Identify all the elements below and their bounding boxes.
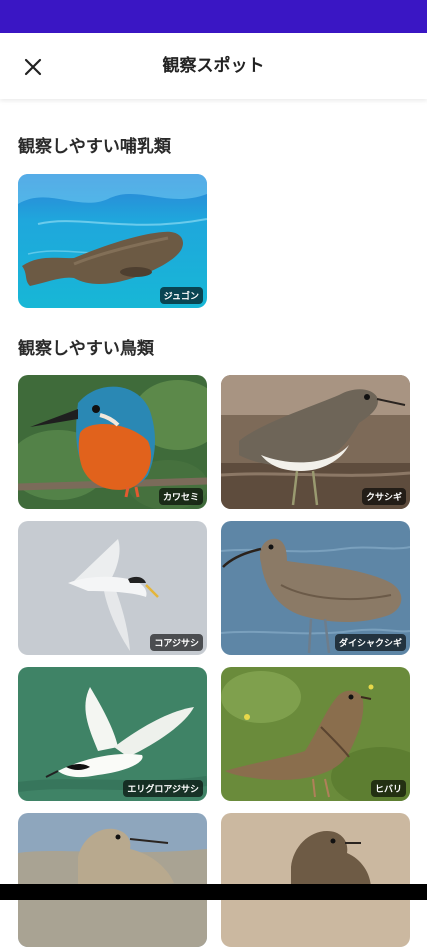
- spot-label: カワセミ: [158, 488, 203, 505]
- status-bar: [0, 0, 427, 33]
- system-navigation-bar: [0, 884, 427, 900]
- spot-label: クサシギ: [361, 488, 406, 505]
- spot-card-green-sandpiper[interactable]: クサシギ: [221, 375, 410, 509]
- spot-label: コアジサシ: [150, 634, 203, 651]
- spot-card-dugong[interactable]: ジュゴン: [18, 174, 207, 308]
- spot-label: ダイシャクシギ: [334, 634, 406, 651]
- spot-label: エリグロアジサシ: [123, 780, 203, 797]
- spot-card-skylark[interactable]: ヒバリ: [221, 667, 410, 801]
- spot-card-shorebird[interactable]: [18, 813, 207, 947]
- spot-card-black-naped-tern[interactable]: エリグロアジサシ: [18, 667, 207, 801]
- spot-label: ジュゴン: [159, 287, 203, 304]
- section-title-birds: 観察しやすい鳥類: [18, 339, 154, 359]
- page-title: 観察スポット: [162, 56, 265, 76]
- spot-card-curlew[interactable]: ダイシャクシギ: [221, 521, 410, 655]
- spot-label: ヒバリ: [370, 780, 406, 797]
- app-header: 観察スポット: [0, 33, 427, 99]
- shorebird-photo: [18, 813, 207, 947]
- spot-card-pipit[interactable]: [221, 813, 410, 947]
- section-title-mammals: 観察しやすい哺乳類: [18, 137, 171, 157]
- pipit-photo: [221, 813, 410, 947]
- spot-card-little-tern[interactable]: コアジサシ: [18, 521, 207, 655]
- spot-card-kingfisher[interactable]: カワセミ: [18, 375, 207, 509]
